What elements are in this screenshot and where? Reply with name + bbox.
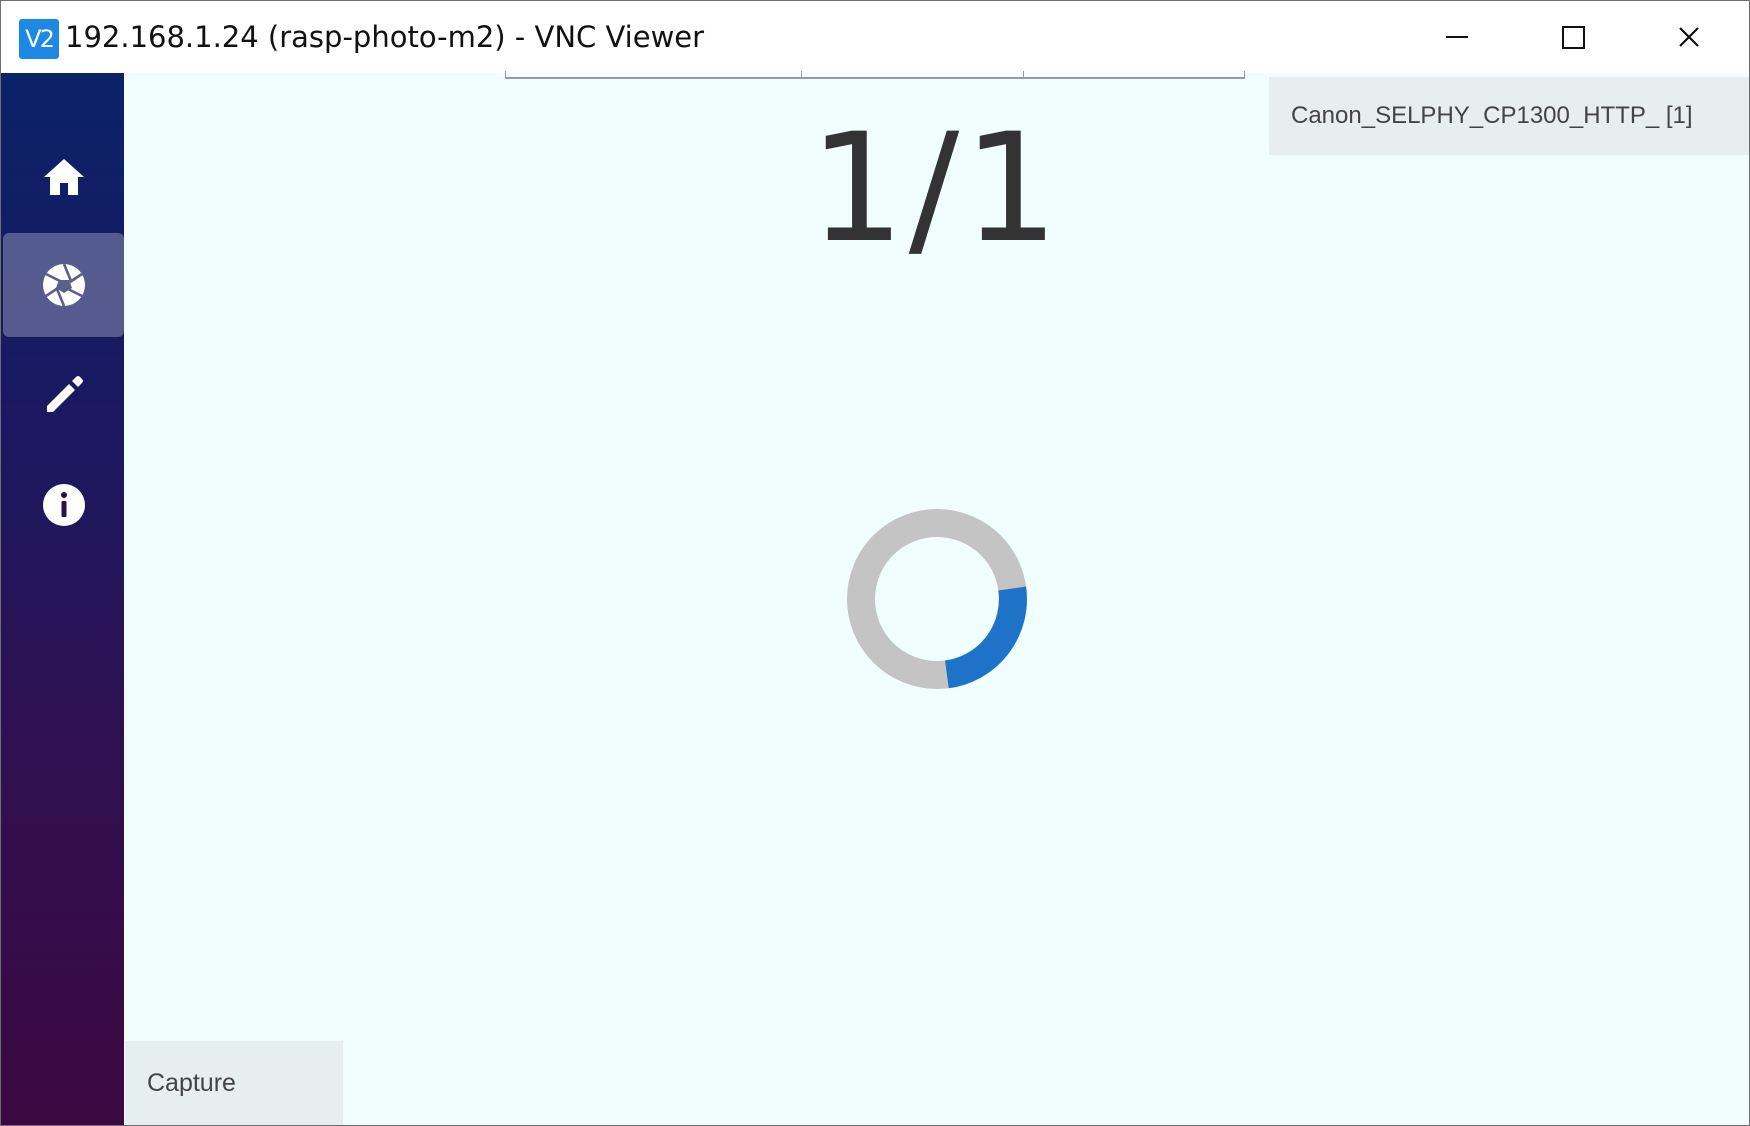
capture-button[interactable]: Capture: [125, 1041, 343, 1125]
maximize-button[interactable]: [1515, 1, 1631, 73]
window-title: 192.168.1.24 (rasp-photo-m2) - VNC Viewe…: [65, 20, 705, 54]
spinner-arc: [944, 586, 1027, 689]
title-bar[interactable]: V2 192.168.1.24 (rasp-photo-m2) - VNC Vi…: [1, 1, 1749, 73]
vnc-app-icon: V2: [19, 19, 59, 59]
nav-edit[interactable]: [3, 343, 124, 447]
nav-home[interactable]: [3, 125, 124, 229]
nav-info[interactable]: [3, 453, 124, 557]
printer-name: Canon_SELPHY_CP1300_HTTP_ [1]: [1269, 77, 1749, 155]
camera-shutter-icon: [42, 263, 85, 307]
photo-counter: 1/1: [809, 102, 1063, 276]
vnc-viewer-window: V2 192.168.1.24 (rasp-photo-m2) - VNC Vi…: [0, 0, 1750, 1126]
remote-desktop-area[interactable]: 1/1 Canon_SELPHY_CP1300_HTTP_ [1] Captur…: [1, 73, 1749, 1125]
close-icon: [1679, 27, 1699, 47]
maximize-icon: [1561, 25, 1585, 49]
vnc-toolbar-handle[interactable]: [505, 71, 1245, 79]
minimize-button[interactable]: [1399, 1, 1515, 73]
nav-capture[interactable]: [3, 233, 124, 337]
loading-spinner: [847, 509, 1027, 689]
sidebar: [1, 73, 124, 1125]
minimize-icon: [1446, 36, 1468, 38]
close-button[interactable]: [1631, 1, 1747, 73]
pencil-icon: [46, 376, 83, 412]
home-icon: [43, 159, 84, 195]
info-icon: [42, 484, 85, 526]
